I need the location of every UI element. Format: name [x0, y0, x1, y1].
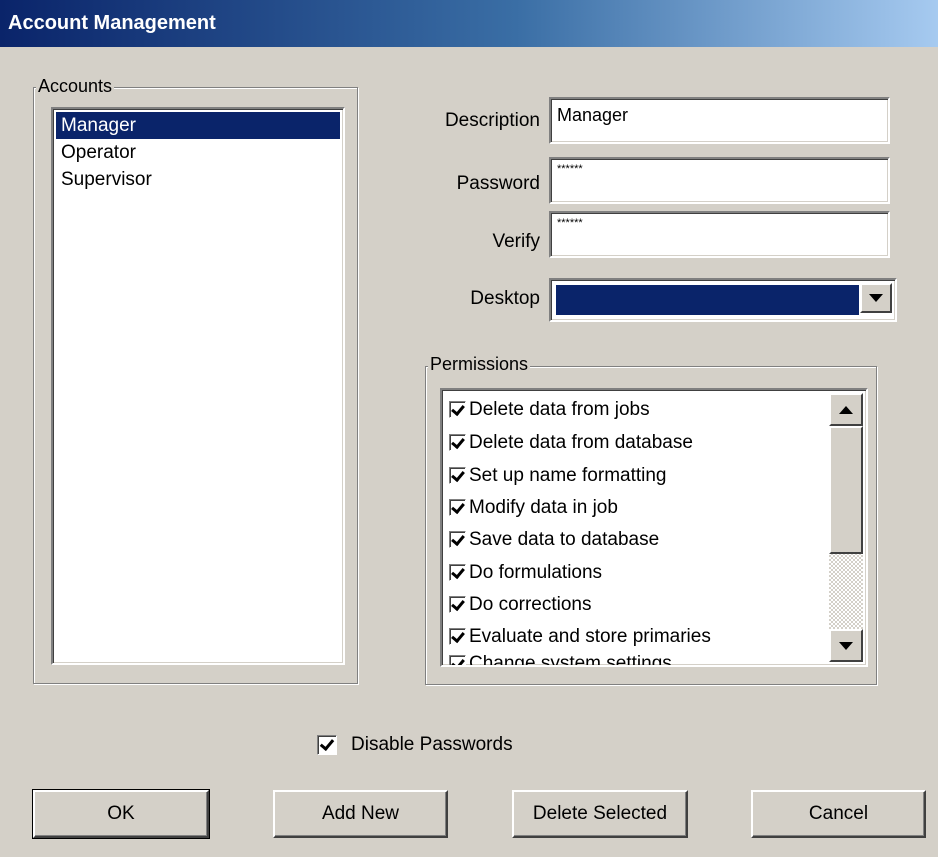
chevron-down-icon: [869, 294, 883, 302]
permission-item[interactable]: Delete data from jobs: [449, 393, 650, 426]
desktop-label: Desktop: [470, 288, 540, 309]
account-item-manager[interactable]: Manager: [56, 112, 340, 139]
permission-label: Do formulations: [469, 561, 603, 583]
permission-item[interactable]: Modify data in job: [449, 491, 618, 524]
desktop-dropdown-button[interactable]: [860, 283, 892, 313]
disable-passwords-label: Disable Passwords: [351, 734, 513, 755]
checkbox-checked-icon[interactable]: [449, 564, 466, 581]
permission-item[interactable]: Change system settings: [449, 647, 672, 667]
description-field[interactable]: Manager: [549, 97, 890, 144]
password-value: ******: [557, 163, 583, 175]
disable-passwords-checkbox[interactable]: [317, 735, 337, 755]
verify-value: ******: [557, 217, 583, 229]
permission-item[interactable]: Do formulations: [449, 556, 602, 589]
checkbox-checked-icon[interactable]: [449, 401, 466, 418]
password-label: Password: [456, 173, 540, 194]
delete-selected-button[interactable]: Delete Selected: [512, 790, 688, 838]
desktop-selected-value: [556, 285, 859, 315]
account-item-supervisor[interactable]: Supervisor: [56, 166, 340, 193]
permission-item[interactable]: Delete data from database: [449, 426, 693, 459]
password-field[interactable]: ******: [549, 157, 890, 204]
permission-item[interactable]: Save data to database: [449, 523, 659, 556]
checkbox-checked-icon[interactable]: [449, 628, 466, 645]
window-title: Account Management: [8, 12, 216, 34]
permission-label: Delete data from database: [469, 431, 693, 453]
permission-label: Modify data in job: [469, 496, 618, 518]
cancel-button[interactable]: Cancel: [751, 790, 926, 838]
permission-label: Evaluate and store primaries: [469, 625, 711, 647]
permission-label: Save data to database: [469, 528, 660, 550]
permission-label: Do corrections: [469, 593, 592, 615]
description-label: Description: [444, 110, 540, 131]
permission-label: Delete data from jobs: [469, 398, 650, 420]
verify-label: Verify: [492, 231, 540, 252]
ok-button[interactable]: OK: [32, 789, 210, 839]
checkbox-checked-icon[interactable]: [449, 655, 466, 665]
checkbox-checked-icon[interactable]: [449, 596, 466, 613]
scroll-down-button[interactable]: [829, 629, 863, 662]
chevron-up-icon: [839, 405, 853, 414]
checkbox-checked-icon[interactable]: [449, 434, 466, 451]
permissions-legend: Permissions: [428, 354, 531, 374]
desktop-combo[interactable]: [549, 278, 897, 322]
checkbox-checked-icon[interactable]: [449, 499, 466, 516]
permissions-scrollbar[interactable]: [829, 393, 863, 662]
accounts-legend: Accounts: [36, 76, 115, 96]
add-new-button[interactable]: Add New: [273, 790, 448, 838]
account-item-operator[interactable]: Operator: [56, 139, 340, 166]
permission-label: Change system settings: [469, 652, 672, 667]
permission-item[interactable]: Do corrections: [449, 588, 592, 621]
checkbox-checked-icon[interactable]: [449, 531, 466, 548]
permission-item[interactable]: Set up name formatting: [449, 459, 667, 492]
disable-passwords-option[interactable]: Disable Passwords: [317, 733, 513, 757]
scroll-thumb[interactable]: [829, 426, 863, 554]
chevron-down-icon: [839, 641, 853, 650]
scroll-up-button[interactable]: [829, 393, 863, 426]
accounts-list[interactable]: Manager Operator Supervisor: [51, 107, 345, 665]
permissions-list[interactable]: Delete data from jobs Delete data from d…: [440, 388, 868, 667]
title-bar: Account Management: [0, 0, 938, 47]
checkbox-checked-icon[interactable]: [449, 467, 466, 484]
description-value: Manager: [557, 105, 629, 125]
verify-field[interactable]: ******: [549, 211, 890, 258]
permission-label: Set up name formatting: [469, 464, 667, 486]
